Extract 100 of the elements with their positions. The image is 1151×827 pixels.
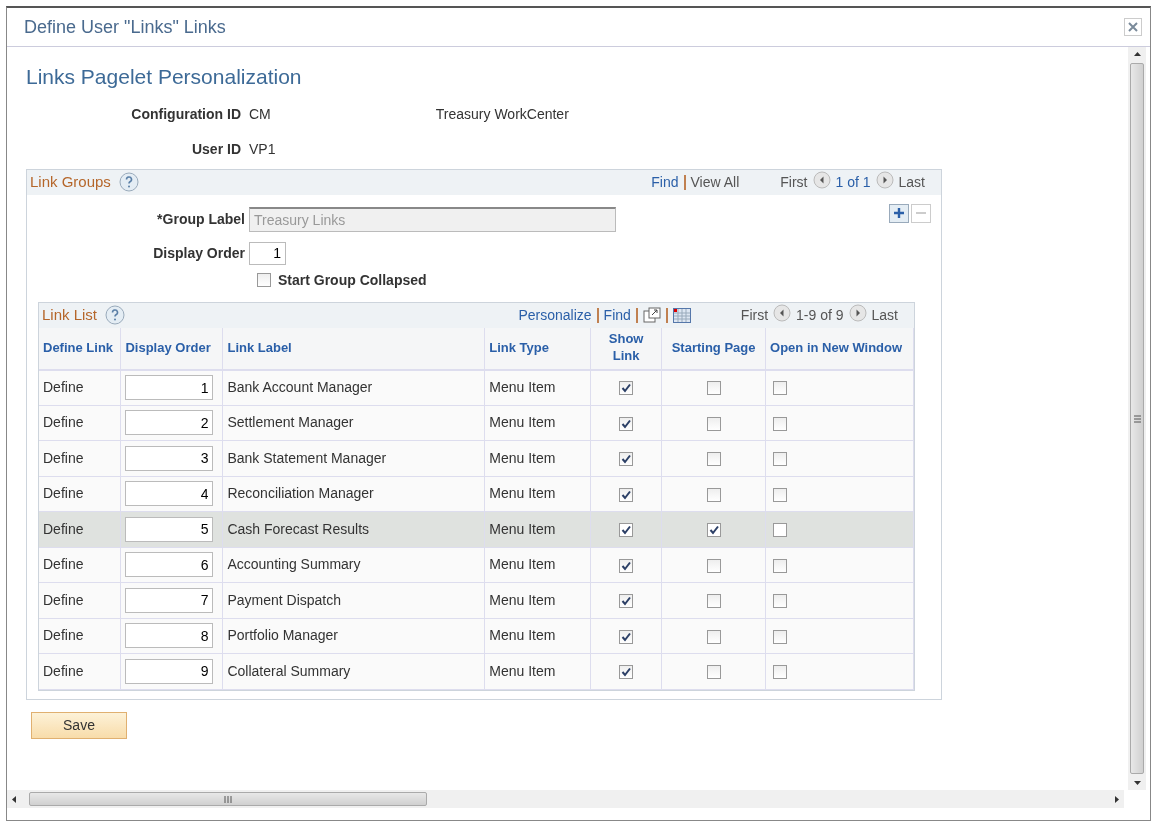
last-label: Last [898, 172, 925, 192]
checkbox[interactable] [706, 665, 721, 680]
checkbox[interactable] [773, 523, 788, 538]
checkbox[interactable] [619, 629, 634, 644]
find-link[interactable]: Find [651, 171, 679, 193]
table-row[interactable]: Define 8 Portfolio Manager Menu Item [39, 618, 914, 654]
spreadsheet-icon[interactable] [672, 307, 691, 323]
link-type-text: Menu Item [489, 485, 556, 502]
link-type-text: Menu Item [489, 449, 556, 466]
checkbox[interactable] [619, 558, 634, 573]
close-icon[interactable] [1124, 18, 1142, 36]
display-order-field[interactable]: 5 [125, 516, 214, 542]
checkbox[interactable] [773, 487, 788, 502]
add-row-icon[interactable] [889, 203, 909, 223]
column-header[interactable]: Link Type [484, 327, 591, 370]
display-order-field[interactable]: 8 [125, 623, 214, 649]
define-text: Define [43, 485, 84, 502]
checkbox[interactable] [619, 665, 634, 680]
grip-icon[interactable] [224, 795, 232, 803]
display-order-field[interactable]: 4 [125, 481, 214, 507]
help-icon[interactable] [105, 305, 126, 325]
checkbox[interactable] [706, 629, 721, 644]
display-order-field[interactable]: 3 [125, 445, 214, 471]
vertical-scrollbar[interactable] [1128, 47, 1146, 790]
table-row[interactable]: Define 9 Collateral Summary Menu Item [39, 653, 914, 689]
checkbox[interactable] [619, 487, 634, 502]
link-label-text: Portfolio Manager [227, 627, 338, 644]
column-header[interactable]: Starting Page [661, 327, 766, 370]
define-text: Define [43, 379, 84, 395]
row-counter: 1-9 of 9 [796, 305, 844, 325]
define-text: Define [43, 591, 84, 608]
checkbox[interactable] [257, 273, 271, 287]
new-window-icon[interactable] [642, 307, 661, 323]
link-label-text: Accounting Summary [227, 556, 361, 573]
checkbox[interactable] [706, 558, 721, 573]
column-header[interactable]: Define Link [39, 327, 121, 370]
checkbox[interactable] [773, 452, 788, 467]
define-text: Define [43, 414, 84, 431]
checkbox[interactable] [773, 594, 788, 609]
table-row[interactable]: Define 1 Bank Account Manager Menu Item [39, 369, 914, 405]
display-order-field[interactable]: 7 [125, 587, 214, 613]
checkbox[interactable] [619, 594, 634, 609]
find-link[interactable]: Find [603, 304, 631, 326]
column-header[interactable]: Open in New Window [765, 327, 914, 370]
column-header[interactable]: Show Link [590, 327, 662, 370]
column-header[interactable]: Display Order [120, 327, 223, 370]
checkbox[interactable] [773, 381, 788, 396]
field-value: VP1 [249, 139, 276, 159]
display-order-field[interactable]: 9 [125, 658, 214, 684]
checkbox[interactable] [706, 487, 721, 502]
link-type-text: Menu Item [489, 379, 556, 395]
link-type-text: Menu Item [489, 520, 556, 537]
table-row[interactable]: Define 7 Payment Dispatch Menu Item [39, 582, 914, 618]
link-label-text: Bank Account Manager [227, 379, 373, 395]
field-description: Treasury WorkCenter [435, 104, 569, 124]
link-label-text: Cash Forecast Results [227, 520, 370, 537]
table-row[interactable]: Define 2 Settlement Manager Menu Item [39, 405, 914, 441]
next-icon[interactable] [875, 171, 894, 189]
checkbox[interactable] [619, 381, 634, 396]
next-icon[interactable] [848, 304, 867, 322]
checkbox[interactable] [773, 629, 788, 644]
window-title: Define User "Links" Links [24, 15, 226, 39]
personalize-link[interactable]: Personalize [518, 304, 592, 326]
checkbox[interactable] [706, 381, 721, 396]
display-order-field[interactable]: 1 [249, 241, 286, 265]
checkbox[interactable] [619, 416, 634, 431]
first-label: First [780, 172, 808, 192]
horizontal-scrollbar[interactable] [7, 790, 1124, 808]
table-row[interactable]: Define 6 Accounting Summary Menu Item [39, 547, 914, 583]
link-type-text: Menu Item [489, 627, 556, 644]
define-text: Define [43, 662, 84, 679]
previous-icon[interactable] [812, 171, 831, 189]
define-text: Define [43, 627, 84, 644]
table-row[interactable]: Define 3 Bank Statement Manager Menu Item [39, 440, 914, 476]
previous-icon[interactable] [773, 304, 792, 322]
row-counter: 1 of 1 [835, 172, 871, 192]
table-row[interactable]: Define 4 Reconciliation Manager Menu Item [39, 476, 914, 512]
link-type-text: Menu Item [489, 414, 556, 431]
checkbox[interactable] [706, 416, 721, 431]
define-text: Define [43, 520, 84, 537]
display-order-field[interactable]: 2 [125, 410, 214, 436]
column-header[interactable]: Link Label [222, 327, 485, 370]
checkbox[interactable] [706, 452, 721, 467]
help-icon[interactable] [118, 172, 139, 192]
display-order-field[interactable]: 6 [125, 552, 214, 578]
checkbox[interactable] [706, 594, 721, 609]
checkbox[interactable] [706, 523, 721, 538]
display-order-field[interactable]: 1 [125, 375, 214, 400]
table-row[interactable]: Define 5 Cash Forecast Results Menu Item [39, 511, 914, 547]
checkbox[interactable] [773, 665, 788, 680]
section-title: Link Groups [30, 171, 111, 192]
field-label: User ID [190, 139, 242, 159]
view-all-link[interactable]: View All [690, 171, 740, 193]
checkbox[interactable] [773, 558, 788, 573]
field-value: CM [249, 104, 271, 124]
checkbox[interactable] [773, 416, 788, 431]
save-button[interactable]: Save [31, 711, 127, 739]
checkbox[interactable] [619, 452, 634, 467]
grip-icon[interactable] [1133, 414, 1141, 423]
checkbox[interactable] [619, 523, 634, 538]
